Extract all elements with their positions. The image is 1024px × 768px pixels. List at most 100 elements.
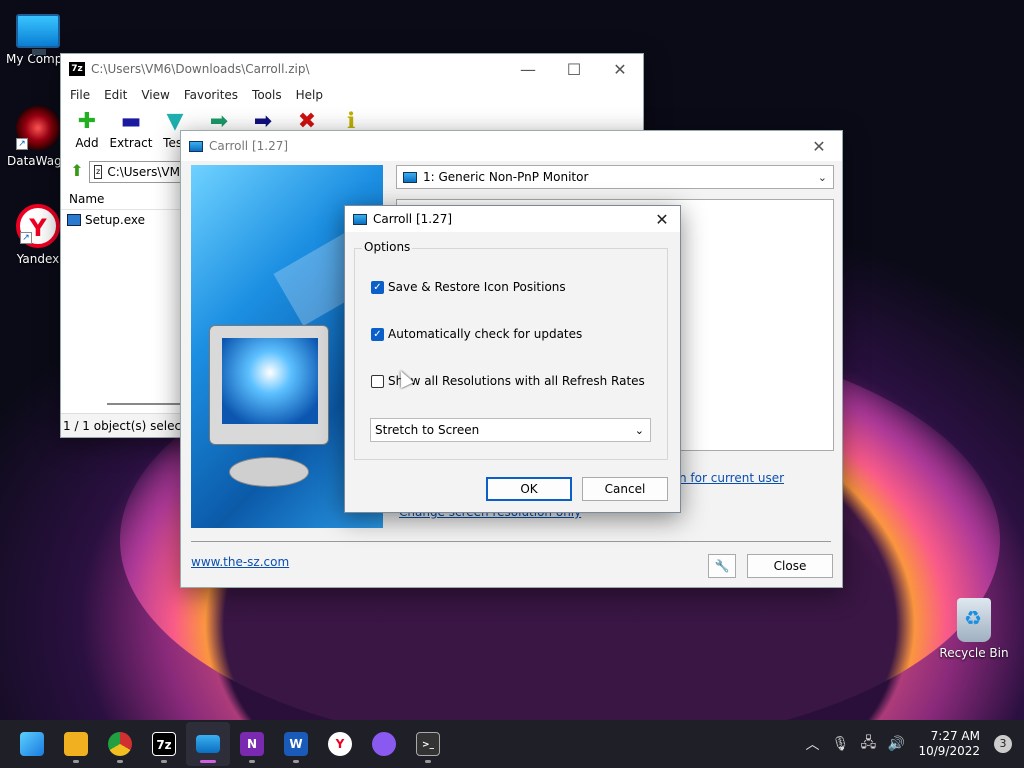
extract-button[interactable]: ▬ Extract: [109, 106, 153, 158]
taskbar-word[interactable]: W: [274, 722, 318, 766]
checkbox-save-restore-icons[interactable]: ✓ Save & Restore Icon Positions: [371, 280, 566, 294]
menu-edit[interactable]: Edit: [97, 88, 134, 102]
taskbar-chrome[interactable]: [98, 722, 142, 766]
minimize-button[interactable]: —: [505, 54, 551, 84]
options-dialog: Carroll [1.27] ✕ Options ✓ Save & Restor…: [344, 205, 681, 513]
file-name: Setup.exe: [85, 213, 146, 227]
7zip-app-icon: 7z: [69, 62, 85, 76]
exe-file-icon: [67, 214, 81, 226]
titlebar: Carroll [1.27] ✕: [345, 206, 680, 232]
chevron-down-icon: ⌄: [634, 423, 644, 437]
monitor-icon: [353, 213, 367, 225]
checkbox-checked-icon[interactable]: ✓: [371, 280, 384, 294]
divider: [191, 541, 831, 542]
menu-file[interactable]: File: [63, 88, 97, 102]
volume-icon[interactable]: 🔊: [882, 736, 910, 752]
checkbox-label: Show all Resolutions with all Refresh Ra…: [388, 374, 645, 388]
terminal-icon: >_: [416, 732, 440, 756]
close-button[interactable]: ✕: [644, 206, 680, 232]
system-tray: ︿ 🎙 🖧 🔊 7:27 AM 10/9/2022 3: [798, 720, 1024, 768]
yandex-icon: ↗: [16, 204, 60, 248]
windows-start-icon: [20, 732, 44, 756]
clock-date: 10/9/2022: [918, 744, 980, 758]
extract-label: Extract: [109, 136, 153, 150]
ok-button[interactable]: OK: [486, 477, 572, 501]
close-dialog-button[interactable]: Close: [747, 554, 833, 578]
monitor-icon: [403, 171, 417, 183]
desktop-icon-recycle-bin[interactable]: Recycle Bin: [936, 598, 1012, 660]
add-button[interactable]: ✚ Add: [65, 106, 109, 158]
monitor-icon: [196, 735, 220, 753]
archive-icon: z: [94, 165, 103, 179]
taskbar-onenote[interactable]: N: [230, 722, 274, 766]
clock[interactable]: 7:27 AM 10/9/2022: [910, 729, 994, 759]
titlebar: 7z C:\Users\VM6\Downloads\Carroll.zip\ —…: [61, 54, 643, 84]
status-bar: 1 / 1 object(s) selected: [61, 413, 201, 437]
window-title: C:\Users\VM6\Downloads\Carroll.zip\: [91, 62, 310, 76]
wrench-icon: 🔧: [714, 559, 730, 573]
alice-icon: [372, 732, 396, 756]
close-button[interactable]: ✕: [796, 131, 842, 161]
7zip-icon: 7z: [152, 732, 176, 756]
chevron-down-icon: ⌄: [817, 170, 827, 184]
taskbar-7zip[interactable]: 7z: [142, 722, 186, 766]
network-icon[interactable]: 🖧: [854, 732, 882, 756]
taskbar-explorer[interactable]: [54, 722, 98, 766]
onenote-icon: N: [240, 732, 264, 756]
notification-badge[interactable]: 3: [994, 735, 1012, 753]
horizontal-scrollbar[interactable]: [107, 403, 181, 405]
chrome-icon: [108, 732, 132, 756]
folder-icon: [64, 732, 88, 756]
scaling-dropdown[interactable]: Stretch to Screen ⌄: [370, 418, 651, 442]
datawagon-icon: ↗: [16, 106, 60, 150]
up-folder-icon[interactable]: ⬆: [65, 161, 89, 183]
clock-time: 7:27 AM: [930, 729, 980, 743]
menu-help[interactable]: Help: [289, 88, 330, 102]
close-button[interactable]: ✕: [597, 54, 643, 84]
monitor-dropdown[interactable]: 1: Generic Non-PnP Monitor ⌄: [396, 165, 834, 189]
menu-view[interactable]: View: [134, 88, 176, 102]
taskbar-yandex[interactable]: Y: [318, 722, 362, 766]
minus-icon: ▬: [120, 109, 142, 134]
desktop-icon-label: Recycle Bin: [939, 646, 1009, 660]
plus-icon: ✚: [77, 109, 97, 134]
taskbar-alice[interactable]: [362, 722, 406, 766]
website-link[interactable]: www.the-sz.com: [191, 555, 289, 569]
recycle-bin-icon: [957, 598, 991, 642]
menu-favorites[interactable]: Favorites: [177, 88, 245, 102]
options-group-label: Options: [362, 240, 413, 254]
link-current-user[interactable]: n for current user: [679, 471, 784, 485]
monitor-stand: [229, 457, 309, 487]
checkbox-checked-icon[interactable]: ✓: [371, 327, 384, 341]
titlebar: Carroll [1.27] ✕: [181, 131, 842, 161]
menubar: File Edit View Favorites Tools Help: [61, 84, 643, 106]
checkbox-label: Automatically check for updates: [388, 327, 583, 341]
checkbox-label: Save & Restore Icon Positions: [388, 280, 566, 294]
checkbox-unchecked-icon[interactable]: [371, 374, 384, 388]
microphone-icon[interactable]: 🎙: [826, 736, 854, 752]
maximize-button[interactable]: ☐: [551, 54, 597, 84]
word-icon: W: [284, 732, 308, 756]
monitor-illustration: [209, 325, 329, 445]
address-text: C:\Users\VM: [107, 165, 180, 179]
taskbar: 7z N W Y >_ ︿ 🎙 🖧 🔊 7:27 AM 10/9/2022 3: [0, 720, 1024, 768]
cancel-button[interactable]: Cancel: [582, 477, 668, 501]
taskbar-terminal[interactable]: >_: [406, 722, 450, 766]
taskbar-carroll[interactable]: [186, 722, 230, 766]
window-title: Carroll [1.27]: [209, 139, 289, 153]
monitor-dropdown-value: 1: Generic Non-PnP Monitor: [423, 170, 589, 184]
add-label: Add: [75, 136, 99, 150]
shortcut-arrow-icon: ↗: [20, 232, 32, 244]
shortcut-arrow-icon: ↗: [16, 138, 28, 150]
yandex-icon: Y: [328, 732, 352, 756]
monitor-icon: [16, 14, 60, 55]
address-field[interactable]: z C:\Users\VM: [89, 161, 181, 183]
scaling-dropdown-value: Stretch to Screen: [375, 423, 480, 437]
checkbox-auto-update[interactable]: ✓ Automatically check for updates: [371, 327, 582, 341]
start-button[interactable]: [10, 722, 54, 766]
settings-button[interactable]: 🔧: [708, 554, 736, 578]
chevron-up-icon[interactable]: ︿: [798, 734, 826, 754]
monitor-icon: [189, 140, 203, 152]
dialog-title: Carroll [1.27]: [373, 212, 453, 226]
menu-tools[interactable]: Tools: [245, 88, 289, 102]
